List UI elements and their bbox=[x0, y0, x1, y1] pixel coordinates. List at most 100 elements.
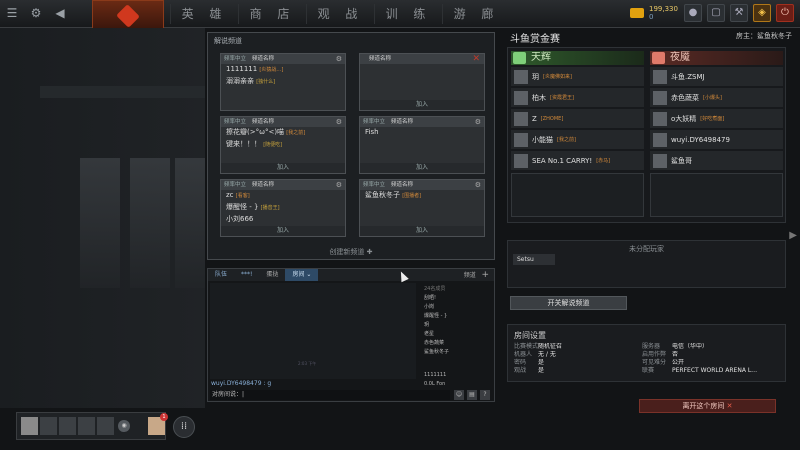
empty-slot[interactable] bbox=[650, 173, 783, 217]
members: 刮晒! 小岗 爆醒怪 - } 玥老星 赤色蔬菜 鲨鱼秋冬子 bbox=[424, 294, 492, 357]
setting-value: 公开 bbox=[672, 359, 685, 366]
friend-avatar[interactable]: 1 bbox=[147, 413, 168, 435]
room-title: 斗鱼赏金赛 bbox=[510, 34, 560, 45]
gear-icon[interactable]: ⚙ bbox=[336, 54, 342, 64]
tab-channel-1[interactable]: ***! bbox=[234, 269, 259, 281]
member-name: 1111111 bbox=[226, 65, 258, 73]
party-slot[interactable] bbox=[97, 417, 115, 435]
setting-value: 随机征召 bbox=[538, 343, 563, 350]
gear-icon[interactable]: ⚙ bbox=[475, 180, 481, 190]
player-slot[interactable]: 玥 [炎魔佛如来] bbox=[511, 67, 644, 86]
currency-display[interactable]: 199,330 0 bbox=[649, 5, 679, 21]
close-icon[interactable]: ✕ bbox=[472, 54, 480, 64]
player-slot[interactable]: 斗鱼.ZSMJ bbox=[650, 67, 783, 86]
join-button[interactable]: 加入 bbox=[360, 100, 484, 110]
dire-header[interactable]: 夜魇 bbox=[650, 51, 783, 65]
radiant-header[interactable]: 天辉 bbox=[511, 51, 644, 65]
party-slot[interactable] bbox=[40, 417, 58, 435]
back-icon[interactable]: ◀ bbox=[52, 5, 68, 21]
join-button[interactable]: 加入 bbox=[360, 163, 484, 173]
avatar[interactable] bbox=[21, 417, 39, 435]
gear-icon[interactable]: ⚙ bbox=[336, 117, 342, 127]
tab-channel-2[interactable]: 蛋挞 bbox=[259, 269, 285, 281]
party-slot[interactable] bbox=[78, 417, 96, 435]
player-name: 赤色蔬菜 bbox=[671, 93, 699, 102]
channel-card[interactable]: 频率中立 频道名称 ⚙ 1111111 [炎猿战…] 溺溺亲亲 [独什么] bbox=[220, 53, 346, 111]
setting-value: 电信（华中） bbox=[672, 343, 709, 350]
empty-slot[interactable] bbox=[511, 173, 644, 217]
apps-grid-icon[interactable]: ⁞⁞ bbox=[173, 416, 195, 438]
nav-watch[interactable]: 观 战 bbox=[306, 4, 374, 24]
party-slot[interactable] bbox=[59, 417, 77, 435]
tab-room[interactable]: 房间 ⌄ bbox=[285, 269, 319, 281]
nav-store[interactable]: 商 店 bbox=[238, 4, 306, 24]
player-slot[interactable]: wuyi.DY6498479 bbox=[650, 130, 783, 149]
channel-member: 擦花瓣(>°ω°<)喵 [我之前] bbox=[221, 127, 345, 139]
join-button[interactable]: 加入 bbox=[221, 163, 345, 173]
tab-room-label: 房间 bbox=[292, 271, 305, 278]
emoji-icon[interactable]: ☺ bbox=[454, 390, 464, 400]
list-item[interactable]: 鲨鱼秋冬子 bbox=[424, 348, 492, 357]
notifications-icon[interactable]: ▢ bbox=[707, 4, 725, 22]
channel-card[interactable]: 频道名称 ✕ 加入 bbox=[359, 53, 485, 111]
player-slot[interactable]: 赤色蔬菜 [小爆头] bbox=[650, 88, 783, 107]
room-settings: 房间设置 比赛模式 随机征召 服务器 电信（华中） 机器人无 / 无启用作弊否密码是可见… bbox=[507, 324, 786, 382]
chat-input[interactable]: 对房间说：| bbox=[210, 390, 450, 400]
list-item[interactable]: 刮晒! bbox=[424, 294, 492, 303]
setting-value: 是 bbox=[538, 359, 545, 366]
player-slot[interactable]: 柏木 [资霞君王] bbox=[511, 88, 644, 107]
player-slot[interactable]: 小能猫 [我之前] bbox=[511, 130, 644, 149]
chevron-right-icon[interactable]: ▶ bbox=[789, 230, 797, 241]
unassigned-title: 未分配玩家 bbox=[629, 245, 664, 253]
list-item[interactable]: 0.0L Fon bbox=[424, 380, 492, 389]
members-secondary: 1111111 0.0L Fon bbox=[424, 371, 492, 389]
create-channel-button[interactable]: 创建新频道 ✚ bbox=[208, 247, 494, 257]
toggle-broadcast-button[interactable]: 开关解说频道 bbox=[510, 296, 627, 310]
channel-card[interactable]: 频率中立 频道名称 ⚙ Fish 加入 bbox=[359, 116, 485, 174]
gear-icon[interactable]: ⚙ bbox=[28, 5, 44, 21]
sidebar-toggle-icon[interactable]: ☰ bbox=[4, 5, 20, 21]
player-name: 玥 bbox=[532, 72, 539, 81]
list-item[interactable]: 爆醒怪 - } bbox=[424, 312, 492, 321]
nav-arcade[interactable]: 游 廊 bbox=[442, 4, 510, 24]
list-item[interactable]: 小岗 bbox=[424, 303, 492, 312]
power-icon[interactable]: ⏻ bbox=[776, 4, 794, 22]
unassigned-player[interactable]: Setsu bbox=[513, 254, 555, 265]
list-item[interactable]: 老星 bbox=[424, 330, 492, 339]
member-tag: [我之前] bbox=[286, 130, 306, 136]
leave-room-button[interactable]: 离开这个房间 ✕ bbox=[639, 399, 776, 413]
nav-heroes[interactable]: 英 雄 bbox=[170, 4, 238, 24]
settings-icon[interactable]: ▤ bbox=[467, 390, 477, 400]
channel-name-label: 频道名称 bbox=[252, 56, 275, 62]
avatar bbox=[514, 111, 528, 126]
coin-icon[interactable]: ◉ bbox=[118, 420, 130, 432]
gear-icon[interactable]: ⚙ bbox=[336, 180, 342, 190]
level-icon[interactable]: ◈ bbox=[753, 4, 771, 22]
player-slot[interactable]: 鲨鱼哥 bbox=[650, 151, 783, 170]
list-item[interactable]: 1111111 bbox=[424, 371, 492, 380]
list-item[interactable]: 玥 bbox=[424, 321, 492, 330]
nav-learn[interactable]: 训 练 bbox=[374, 4, 442, 24]
player-slot[interactable]: o大妖精 [好吃煮面] bbox=[650, 109, 783, 128]
channel-card[interactable]: 频率中立 频道名称 ⚙ 擦花瓣(>°ω°<)喵 [我之前] 键来！！！ [随便吃] 加入 bbox=[220, 116, 346, 174]
player-slot[interactable]: Z [ZHOME] bbox=[511, 109, 644, 128]
channel-card[interactable]: 频率中立 频道名称 ⚙ zc [看客] 爆醒怪 - } [播音王] 小刘666 加入 bbox=[220, 179, 346, 237]
channel-language: 频率中立 bbox=[224, 56, 247, 62]
help-icon[interactable]: ? bbox=[480, 390, 490, 400]
friends-icon[interactable]: ● bbox=[684, 4, 702, 22]
player-name: 柏木 bbox=[532, 93, 546, 102]
tab-team[interactable]: 队伍 bbox=[208, 269, 234, 281]
join-button[interactable]: 加入 bbox=[221, 226, 345, 236]
channel-card-header: 频率中立 频道名称 ⚙ bbox=[221, 54, 345, 64]
join-button[interactable]: 加入 bbox=[360, 226, 484, 236]
channel-card-header: 频率中立 频道名称 ⚙ bbox=[360, 180, 484, 190]
list-item[interactable]: 赤色蔬菜 bbox=[424, 339, 492, 348]
player-slot[interactable]: SEA No.1 CARRY! [赤马] bbox=[511, 151, 644, 170]
dota-logo-button[interactable] bbox=[92, 0, 164, 30]
tools-icon[interactable]: ⚒ bbox=[730, 4, 748, 22]
channel-card[interactable]: 频率中立 频道名称 ⚙ 鲨鱼秋冬子 [围播者] 加入 bbox=[359, 179, 485, 237]
gear-icon[interactable]: ⚙ bbox=[475, 117, 481, 127]
add-icon[interactable]: + bbox=[481, 270, 489, 280]
channel-menu[interactable]: 频道 + bbox=[464, 269, 489, 282]
broadcast-channels-panel: 解说频道 频率中立 频道名称 ⚙ 1111111 [炎猿战…] 溺溺亲亲 [独什么] 频道… bbox=[207, 32, 495, 260]
